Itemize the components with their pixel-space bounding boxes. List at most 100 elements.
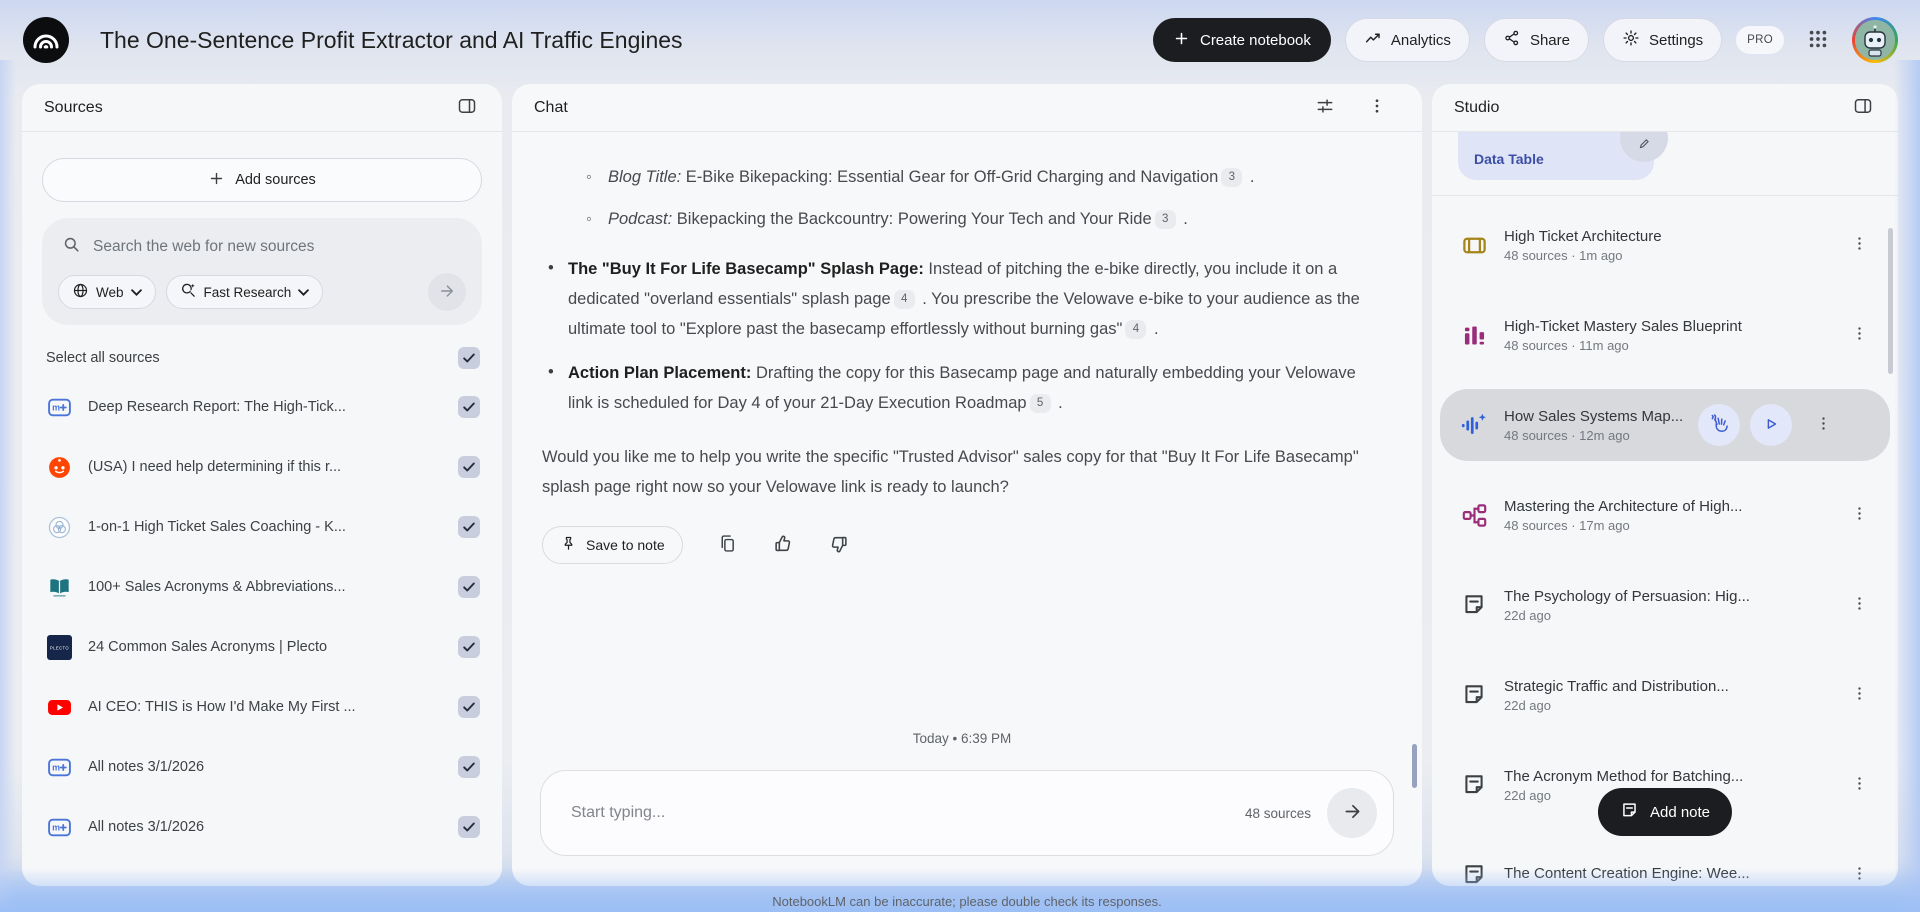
create-notebook-button[interactable]: Create notebook xyxy=(1153,18,1331,62)
add-sources-button[interactable]: Add sources xyxy=(42,158,482,202)
notebooklm-logo-icon[interactable] xyxy=(22,16,70,64)
research-mode-label: Fast Research xyxy=(204,285,292,300)
source-checkbox[interactable] xyxy=(458,636,480,658)
grid-dots-icon xyxy=(1807,28,1829,53)
share-button[interactable]: Share xyxy=(1484,18,1589,62)
web-filter-label: Web xyxy=(96,285,124,300)
source-checkbox[interactable] xyxy=(458,396,480,418)
thumbs-up-button[interactable] xyxy=(772,533,794,558)
analytics-label: Analytics xyxy=(1391,32,1451,49)
source-checkbox[interactable] xyxy=(458,576,480,598)
sources-panel-header: Sources xyxy=(22,84,502,132)
citation-chip[interactable]: 4 xyxy=(894,290,915,309)
citation-chip[interactable]: 3 xyxy=(1155,210,1176,229)
source-checkbox[interactable] xyxy=(458,816,480,838)
mindmap-icon xyxy=(1460,501,1488,529)
add-note-label: Add note xyxy=(1650,804,1710,821)
studio-row[interactable]: The Content Creation Engine: Wee... xyxy=(1440,830,1890,886)
interactive-mode-button[interactable] xyxy=(1698,404,1740,446)
source-row[interactable]: AI CEO: THIS is How I'd Make My First ..… xyxy=(22,677,502,737)
note-doc-icon xyxy=(1460,591,1488,619)
chat-bullet: Action Plan Placement: Drafting the copy… xyxy=(542,358,1382,418)
notebook-title[interactable]: The One-Sentence Profit Extractor and AI… xyxy=(86,27,1137,54)
source-title: (USA) I need help determining if this r.… xyxy=(88,459,442,475)
gear-icon xyxy=(1622,29,1640,51)
source-row[interactable]: 100+ Sales Acronyms & Abbreviations... xyxy=(22,557,502,617)
bullet-end: . xyxy=(1149,320,1158,338)
apps-grid-button[interactable] xyxy=(1798,20,1838,60)
thumbs-down-button[interactable] xyxy=(828,533,850,558)
studio-item-title: Mastering the Architecture of High... xyxy=(1504,498,1828,515)
add-note-button[interactable]: Add note xyxy=(1598,788,1732,836)
studio-row[interactable]: Strategic Traffic and Distribution... 22… xyxy=(1440,650,1890,740)
analytics-button[interactable]: Analytics xyxy=(1345,18,1470,62)
audio-overview-icon xyxy=(1460,411,1488,439)
hand-wave-icon xyxy=(1709,414,1729,437)
chat-input-field[interactable] xyxy=(571,804,1245,822)
reddit-icon xyxy=(46,454,72,480)
chevron-down-icon xyxy=(131,285,142,300)
web-search-input[interactable] xyxy=(93,238,462,256)
studio-row-menu-button[interactable] xyxy=(1844,855,1874,886)
select-all-checkbox[interactable] xyxy=(458,347,480,369)
save-to-note-label: Save to note xyxy=(586,537,665,553)
fast-research-icon xyxy=(180,282,197,302)
studio-row-menu-button[interactable] xyxy=(1844,315,1874,355)
svg-text:PLECTO: PLECTO xyxy=(49,645,68,650)
left-edge-glow xyxy=(0,60,16,912)
source-title: Deep Research Report: The High-Tick... xyxy=(88,399,442,415)
source-title: 1-on-1 High Ticket Sales Coaching - K... xyxy=(88,519,442,535)
chat-more-button[interactable] xyxy=(1360,91,1394,125)
copy-button[interactable] xyxy=(717,533,738,557)
source-row[interactable]: (USA) I need help determining if this r.… xyxy=(22,437,502,497)
research-mode-dropdown[interactable]: Fast Research xyxy=(166,275,324,309)
source-row[interactable]: m All notes 3/1/2026 xyxy=(22,797,502,857)
studio-row-menu-button[interactable] xyxy=(1844,765,1874,805)
source-row[interactable]: m Deep Research Report: The High-Tick... xyxy=(22,377,502,437)
studio-row[interactable]: Mastering the Architecture of High... 48… xyxy=(1440,470,1890,560)
settings-button[interactable]: Settings xyxy=(1603,18,1722,62)
source-row[interactable]: m All notes 3/1/2026 xyxy=(22,737,502,797)
studio-row-menu-button[interactable] xyxy=(1808,405,1838,445)
play-button[interactable] xyxy=(1750,404,1792,446)
studio-row[interactable]: High Ticket Architecture 48 sources · 1m… xyxy=(1440,200,1890,290)
web-filter-dropdown[interactable]: Web xyxy=(58,275,156,309)
source-checkbox[interactable] xyxy=(458,516,480,538)
note-icon: m xyxy=(46,754,72,780)
collapse-sources-button[interactable] xyxy=(450,91,484,125)
studio-panel-header: Studio xyxy=(1432,84,1898,132)
source-checkbox[interactable] xyxy=(458,456,480,478)
chat-message-area: Blog Title: E-Bike Bikepacking: Essentia… xyxy=(512,132,1422,770)
studio-panel-title: Studio xyxy=(1454,99,1499,117)
source-checkbox[interactable] xyxy=(458,756,480,778)
studio-scrollbar-thumb[interactable] xyxy=(1888,228,1893,374)
pin-icon xyxy=(560,535,577,555)
studio-row-selected[interactable]: How Sales Systems Map... 48 sources · 12… xyxy=(1440,389,1890,461)
citation-chip[interactable]: 3 xyxy=(1221,168,1242,187)
studio-row[interactable]: High-Ticket Mastery Sales Blueprint 48 s… xyxy=(1440,290,1890,380)
send-button[interactable] xyxy=(1327,788,1377,838)
citation-chip[interactable]: 4 xyxy=(1125,320,1146,339)
source-row[interactable]: PLECTO 24 Common Sales Acronyms | Plecto xyxy=(22,617,502,677)
studio-row-menu-button[interactable] xyxy=(1844,585,1874,625)
studio-row-menu-button[interactable] xyxy=(1844,225,1874,265)
kebab-menu-icon xyxy=(1368,97,1386,118)
user-avatar[interactable] xyxy=(1852,17,1898,63)
add-sources-label: Add sources xyxy=(235,172,316,188)
studio-row[interactable]: The Psychology of Persuasion: Hig... 22d… xyxy=(1440,560,1890,650)
search-submit-button[interactable] xyxy=(428,273,466,311)
arrow-right-icon xyxy=(1342,801,1363,825)
chat-settings-button[interactable] xyxy=(1308,91,1342,125)
save-to-note-button[interactable]: Save to note xyxy=(542,526,683,564)
web-favicon-book-icon xyxy=(46,574,72,600)
expand-studio-button[interactable] xyxy=(1846,91,1880,125)
plus-icon xyxy=(208,170,225,191)
studio-item-title: The Acronym Method for Batching... xyxy=(1504,768,1828,785)
studio-row-menu-button[interactable] xyxy=(1844,495,1874,535)
studio-row-menu-button[interactable] xyxy=(1844,675,1874,715)
share-label: Share xyxy=(1530,32,1570,49)
source-checkbox[interactable] xyxy=(458,696,480,718)
citation-chip[interactable]: 5 xyxy=(1030,394,1051,413)
source-row[interactable]: 1-on-1 High Ticket Sales Coaching - K... xyxy=(22,497,502,557)
chat-scrollbar-thumb[interactable] xyxy=(1412,744,1417,788)
